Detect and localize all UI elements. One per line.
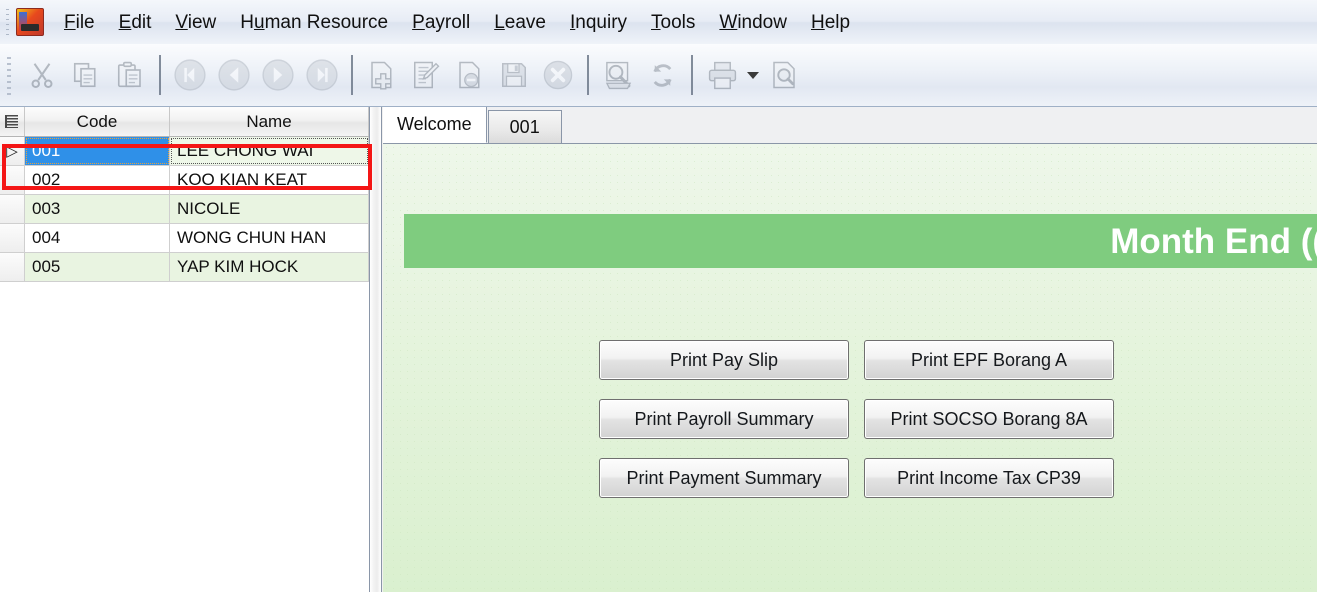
table-row[interactable]: 002 KOO KIAN KEAT [0, 166, 369, 195]
menu-item-edit[interactable]: Edit [107, 9, 164, 36]
first-record-icon[interactable] [168, 52, 212, 98]
panel-splitter[interactable] [370, 107, 382, 592]
row-indicator [0, 224, 25, 252]
right-pane: Welcome 001 Month End (( Print Pay Slip … [383, 107, 1317, 592]
cell-code[interactable]: 001 [25, 137, 170, 165]
report-button-grid: Print Pay Slip Print EPF Borang A Print … [599, 340, 1114, 498]
print-preview-icon[interactable] [762, 52, 806, 98]
row-indicator [0, 166, 25, 194]
banner-title: Month End (( [1110, 221, 1317, 261]
previous-record-icon[interactable] [212, 52, 256, 98]
print-payroll-summary-button[interactable]: Print Payroll Summary [599, 399, 849, 439]
delete-record-icon[interactable] [448, 52, 492, 98]
toolbar-separator-4 [691, 55, 693, 95]
cell-name[interactable]: YAP KIM HOCK [170, 253, 369, 281]
print-socso-borang-8a-button[interactable]: Print SOCSO Borang 8A [864, 399, 1114, 439]
tab-welcome[interactable]: Welcome [383, 107, 487, 143]
toolbar-grip[interactable] [5, 55, 12, 95]
table-row[interactable]: 004 WONG CHUN HAN [0, 224, 369, 253]
grid-column-chooser-icon[interactable] [0, 107, 25, 136]
menu-item-leave[interactable]: Leave [482, 9, 558, 36]
row-indicator [0, 195, 25, 223]
row-indicator-arrow-icon: ▷ [0, 137, 25, 165]
menu-item-file[interactable]: File [52, 9, 107, 36]
toolbar-separator-3 [587, 55, 589, 95]
menu-item-view[interactable]: View [163, 9, 228, 36]
tab-strip: Welcome 001 [383, 107, 1317, 144]
toolbar [0, 44, 1317, 107]
menu-item-inquiry[interactable]: Inquiry [558, 9, 639, 36]
table-row[interactable]: ▷ 001 LEE CHONG WAI [0, 137, 369, 166]
month-end-banner: Month End (( [404, 214, 1317, 268]
cell-name[interactable]: WONG CHUN HAN [170, 224, 369, 252]
paste-icon[interactable] [108, 52, 152, 98]
app-logo-icon [16, 8, 44, 36]
cell-code[interactable]: 003 [25, 195, 170, 223]
search-icon[interactable] [596, 52, 640, 98]
menu-bar-grip[interactable] [4, 7, 11, 37]
toolbar-separator-2 [351, 55, 353, 95]
cut-icon[interactable] [20, 52, 64, 98]
application-window: File Edit View Human Resource Payroll Le… [0, 0, 1317, 592]
tab-strip-filler [561, 142, 1317, 143]
month-end-panel: Month End (( Print Pay Slip Print EPF Bo… [383, 144, 1317, 592]
refresh-icon[interactable] [640, 52, 684, 98]
menu-item-tools[interactable]: Tools [639, 9, 707, 36]
edit-record-icon[interactable] [404, 52, 448, 98]
print-pay-slip-button[interactable]: Print Pay Slip [599, 340, 849, 380]
new-record-icon[interactable] [360, 52, 404, 98]
cell-code[interactable]: 002 [25, 166, 170, 194]
save-icon[interactable] [492, 52, 536, 98]
copy-icon[interactable] [64, 52, 108, 98]
menu-item-window[interactable]: Window [707, 9, 799, 36]
table-row[interactable]: 005 YAP KIM HOCK [0, 253, 369, 282]
grid-header-row: Code Name [0, 107, 369, 137]
menu-items: File Edit View Human Resource Payroll Le… [52, 0, 862, 44]
print-income-tax-cp39-button[interactable]: Print Income Tax CP39 [864, 458, 1114, 498]
grid-column-header-code[interactable]: Code [25, 107, 170, 136]
print-payment-summary-button[interactable]: Print Payment Summary [599, 458, 849, 498]
tab-001[interactable]: 001 [487, 110, 562, 143]
menu-bar: File Edit View Human Resource Payroll Le… [0, 0, 1317, 45]
toolbar-separator-1 [159, 55, 161, 95]
table-row[interactable]: 003 NICOLE [0, 195, 369, 224]
menu-item-help[interactable]: Help [799, 9, 862, 36]
menu-item-payroll[interactable]: Payroll [400, 9, 482, 36]
menu-item-human-resource[interactable]: Human Resource [228, 9, 400, 36]
cell-name[interactable]: NICOLE [170, 195, 369, 223]
employee-grid: Code Name ▷ 001 LEE CHONG WAI 002 KOO KI… [0, 107, 370, 592]
cell-name[interactable]: KOO KIAN KEAT [170, 166, 369, 194]
row-indicator [0, 253, 25, 281]
print-dropdown-caret-icon[interactable] [744, 52, 762, 98]
cell-code[interactable]: 005 [25, 253, 170, 281]
print-epf-borang-a-button[interactable]: Print EPF Borang A [864, 340, 1114, 380]
cancel-icon[interactable] [536, 52, 580, 98]
last-record-icon[interactable] [300, 52, 344, 98]
cell-name[interactable]: LEE CHONG WAI [170, 137, 369, 165]
cell-code[interactable]: 004 [25, 224, 170, 252]
next-record-icon[interactable] [256, 52, 300, 98]
print-icon[interactable] [700, 52, 744, 98]
grid-column-header-name[interactable]: Name [170, 107, 369, 136]
